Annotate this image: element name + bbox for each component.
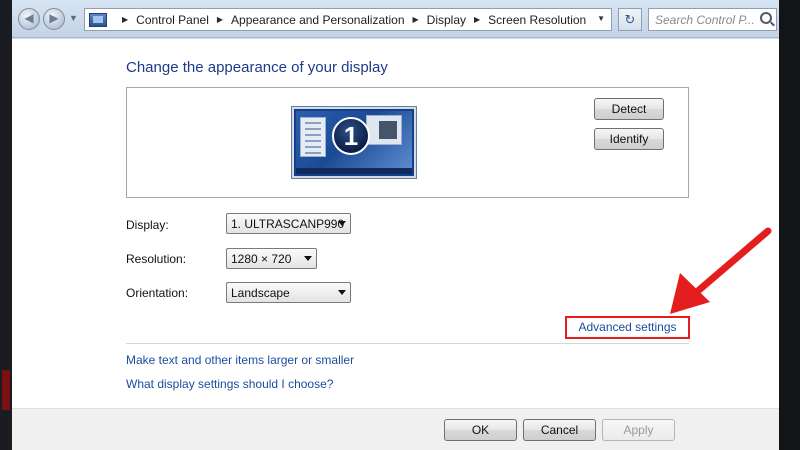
refresh-icon: ↻ xyxy=(624,12,636,27)
search-input[interactable]: Search Control P... xyxy=(648,8,777,31)
display-select[interactable]: 1. ULTRASCANP990 xyxy=(226,213,351,234)
resolution-label: Resolution: xyxy=(126,252,187,266)
address-bar: ◀ ▶ ▼ ▶ Control Panel ▶ Appearance and P… xyxy=(12,0,779,38)
divider xyxy=(126,343,689,344)
monitor-window-icon xyxy=(366,115,402,145)
breadcrumb-screen-resolution[interactable]: Screen Resolution xyxy=(488,13,586,27)
forward-button[interactable]: ▶ xyxy=(43,8,65,30)
advanced-settings-link[interactable]: Advanced settings xyxy=(565,316,690,339)
control-panel-icon xyxy=(89,12,107,27)
monitor-window-icon xyxy=(300,117,326,157)
forward-arrow-icon: ▶ xyxy=(49,11,59,25)
cancel-button[interactable]: Cancel xyxy=(523,419,596,441)
make-text-larger-link[interactable]: Make text and other items larger or smal… xyxy=(126,353,354,367)
back-button[interactable]: ◀ xyxy=(18,8,40,30)
page-title: Change the appearance of your display xyxy=(126,59,388,76)
back-arrow-icon: ◀ xyxy=(24,11,34,25)
dropdown-arrow-icon xyxy=(338,221,346,226)
orientation-select-value: Landscape xyxy=(231,286,290,300)
dialog-button-bar: OK Cancel Apply xyxy=(12,408,779,450)
breadcrumb[interactable]: ▶ Control Panel ▶ Appearance and Persona… xyxy=(84,8,612,31)
display-label: Display: xyxy=(126,218,169,232)
display-select-value: 1. ULTRASCANP990 xyxy=(231,217,345,231)
monitor-1-thumbnail[interactable]: 1 xyxy=(292,107,416,178)
breadcrumb-appearance[interactable]: Appearance and Personalization xyxy=(231,13,404,27)
monitor-taskbar xyxy=(296,168,412,174)
breadcrumb-separator-icon[interactable]: ▶ xyxy=(217,15,223,24)
screen-resolution-window: ◀ ▶ ▼ ▶ Control Panel ▶ Appearance and P… xyxy=(12,0,779,450)
breadcrumb-separator-icon[interactable]: ▶ xyxy=(474,15,480,24)
orientation-select[interactable]: Landscape xyxy=(226,282,351,303)
identify-button[interactable]: Identify xyxy=(594,128,664,150)
recent-pages-dropdown-icon[interactable]: ▼ xyxy=(69,13,78,23)
monitor-number-badge: 1 xyxy=(332,117,370,155)
breadcrumb-display[interactable]: Display xyxy=(427,13,466,27)
detect-button[interactable]: Detect xyxy=(594,98,664,120)
which-settings-link[interactable]: What display settings should I choose? xyxy=(126,377,333,391)
display-preview-panel: 1 Detect Identify xyxy=(126,87,689,198)
breadcrumb-control-panel[interactable]: Control Panel xyxy=(136,13,209,27)
resolution-select[interactable]: 1280 × 720 xyxy=(226,248,317,269)
orientation-label: Orientation: xyxy=(126,286,189,300)
dropdown-arrow-icon xyxy=(304,256,312,261)
resolution-select-value: 1280 × 720 xyxy=(231,252,292,266)
outer-frame-right xyxy=(779,0,800,450)
search-placeholder: Search Control P... xyxy=(655,13,755,27)
frame-marker xyxy=(2,370,10,410)
dropdown-arrow-icon xyxy=(338,290,346,295)
address-dropdown-icon[interactable]: ▼ xyxy=(597,14,605,23)
main-content: Change the appearance of your display 1 … xyxy=(12,39,779,408)
breadcrumb-separator-icon[interactable]: ▶ xyxy=(413,15,419,24)
apply-button[interactable]: Apply xyxy=(602,419,675,441)
ok-button[interactable]: OK xyxy=(444,419,517,441)
outer-frame-left xyxy=(0,0,12,450)
breadcrumb-separator-icon[interactable]: ▶ xyxy=(122,15,128,24)
refresh-button[interactable]: ↻ xyxy=(618,8,642,31)
search-icon[interactable] xyxy=(760,12,772,24)
